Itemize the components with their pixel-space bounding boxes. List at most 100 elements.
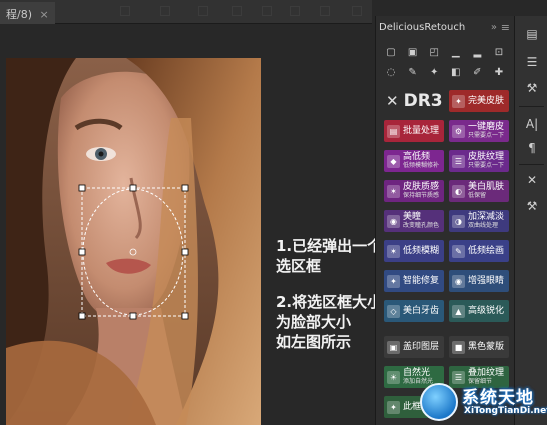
low-blur-button[interactable]: ✶ 低频模糊 xyxy=(384,240,444,262)
globe-logo-icon xyxy=(420,383,458,421)
button-sublabel: 改变瞳孔颜色 xyxy=(403,222,440,229)
low-blur-icon: ✶ xyxy=(387,244,400,258)
histogram-icon[interactable]: ▤ xyxy=(524,26,540,42)
lasso-icon[interactable]: ◌ xyxy=(384,66,398,80)
toolbar-option-icon[interactable] xyxy=(160,6,170,16)
button-label: 高低频 xyxy=(403,152,431,162)
brush-icon[interactable]: ✐ xyxy=(470,66,484,80)
properties-icon[interactable]: ⚒ xyxy=(524,80,540,96)
paragraph-icon[interactable]: ¶ xyxy=(524,140,540,156)
whitening-button[interactable]: ◐ 美白肌肤 低保留 xyxy=(449,180,509,202)
smart-repair-icon: ✦ xyxy=(387,274,400,288)
low-paint-button[interactable]: ✎ 低频绘画 xyxy=(449,240,509,262)
skin-quality-icon: ✶ xyxy=(387,184,400,198)
button-sublabel: 双曲线处理 xyxy=(468,222,499,229)
layers-icon[interactable]: ◧ xyxy=(449,66,463,80)
button-label: 增强眼睛 xyxy=(468,275,505,286)
sharpen-button[interactable]: ▲ 高级锐化 xyxy=(449,300,509,322)
panel-title[interactable]: DeliciousRetouch xyxy=(379,22,465,33)
button-label: 皮肤纹理 xyxy=(468,152,505,162)
selection-handle[interactable] xyxy=(129,312,137,320)
selection-handle[interactable] xyxy=(181,248,189,256)
levels-icon[interactable]: ▁ xyxy=(449,46,463,60)
dr3-logo: ✕ DR3 xyxy=(386,90,446,112)
batch-icon: ▤ xyxy=(387,124,400,138)
batch-button[interactable]: ▤ 批量处理 xyxy=(384,120,444,142)
tool-row-2: ◌ ✎ ✦ ◧ ✐ ✚ xyxy=(384,66,506,82)
beauty-eye-icon: ◉ xyxy=(387,214,400,228)
toolbar-option-icon[interactable] xyxy=(232,6,242,16)
one-key-skin-icon: ⚙ xyxy=(452,124,465,138)
skin-texture-button[interactable]: ☰ 皮肤纹理 只需要点一下 xyxy=(449,150,509,172)
patch-icon[interactable]: ✚ xyxy=(492,66,506,80)
high-freq-icon: ◆ xyxy=(387,154,400,168)
watermark-url: XiTongTianDi.net xyxy=(464,406,547,416)
curves-icon[interactable]: ▂ xyxy=(470,46,484,60)
document-tab[interactable]: 程/8) × xyxy=(0,2,55,24)
toolbar-option-icon[interactable] xyxy=(120,6,130,16)
button-label: 低频绘画 xyxy=(468,245,505,256)
tool-row-1: ▢ ▣ ◰ ▁ ▂ ⊡ xyxy=(384,46,506,62)
button-label: 智能修复 xyxy=(403,275,440,286)
low-paint-icon: ✎ xyxy=(452,244,465,258)
button-label: 完美皮肤 xyxy=(468,95,505,106)
toolbar-option-icon[interactable] xyxy=(198,6,208,16)
high-freq-button[interactable]: ◆ 高低频 低频模糊修补 xyxy=(384,150,444,172)
smart-repair-button[interactable]: ✦ 智能修复 xyxy=(384,270,444,292)
selection-handle[interactable] xyxy=(78,248,86,256)
black-mask-button[interactable]: ■ 黑色蒙版 xyxy=(449,336,509,358)
selection-handle[interactable] xyxy=(181,184,189,192)
toolbar-option-icon[interactable] xyxy=(262,6,272,16)
one-key-skin-button[interactable]: ⚙ 一键磨皮 只需要点一下 xyxy=(449,120,509,142)
button-label: 皮肤质感 xyxy=(403,182,440,192)
skin-texture-icon: ☰ xyxy=(452,154,465,168)
perfect-skin-button[interactable]: ✦ 完美皮肤 xyxy=(449,90,509,112)
toolbar-option-icon[interactable] xyxy=(290,6,300,16)
watermark-title: 系统天地 xyxy=(462,388,534,408)
crop-icon[interactable]: ⊡ xyxy=(492,46,506,60)
dr3-logo-text: DR3 xyxy=(403,91,443,111)
enhance-eye-button[interactable]: ◉ 增强眼睛 xyxy=(449,270,509,292)
button-label: 加深减淡 xyxy=(468,212,505,222)
selection-handle[interactable] xyxy=(78,184,86,192)
panel-menu-icon[interactable]: ≡ xyxy=(501,21,510,34)
button-label: 美瞳 xyxy=(403,212,422,222)
text-icon[interactable]: A| xyxy=(524,116,540,132)
toolbar-option-icon[interactable] xyxy=(320,6,330,16)
document-tab-title: 程/8) xyxy=(6,8,32,21)
selection-handle[interactable] xyxy=(78,312,86,320)
adjust-icon[interactable]: ☰ xyxy=(524,54,540,70)
toolbar-option-icon[interactable] xyxy=(352,6,362,16)
stamp-layer-icon: ▣ xyxy=(387,340,400,354)
whiten-teeth-button[interactable]: ◇ 美白牙齿 xyxy=(384,300,444,322)
deepen-button[interactable]: ◑ 加深减淡 双曲线处理 xyxy=(449,210,509,232)
beauty-eye-button[interactable]: ◉ 美瞳 改变瞳孔颜色 xyxy=(384,210,444,232)
selection-handle[interactable] xyxy=(181,312,189,320)
right-toolbar: ▤ ☰ ⚒ A| ¶ ✕ ⚒ xyxy=(514,16,547,425)
stamp-layer-button[interactable]: ▣ 盖印图层 xyxy=(384,336,444,358)
close-icon[interactable]: × xyxy=(40,8,49,21)
button-sublabel: 只需要点一下 xyxy=(468,162,505,169)
whitening-icon: ◐ xyxy=(452,184,465,198)
skin-quality-button[interactable]: ✶ 皮肤质感 保持细节质感 xyxy=(384,180,444,202)
transform-icon[interactable]: ◰ xyxy=(427,46,441,60)
marquee-icon[interactable]: ▢ xyxy=(384,46,398,60)
annotation-text: 选区框 xyxy=(276,257,322,275)
tools-icon[interactable]: ⚒ xyxy=(524,198,540,214)
move-icon[interactable]: ▣ xyxy=(406,46,420,60)
button-sublabel: 低频模糊修补 xyxy=(403,162,440,169)
collapse-icon[interactable]: » xyxy=(491,22,497,33)
button-label: 叠加纹理 xyxy=(468,368,505,378)
pen-icon[interactable]: ✎ xyxy=(406,66,420,80)
button-label: 盖印图层 xyxy=(403,341,440,352)
enhance-eye-icon: ◉ xyxy=(452,274,465,288)
button-label: 自然光 xyxy=(403,368,431,378)
portrait-photo[interactable] xyxy=(6,58,261,425)
magic-wand-icon[interactable]: ✦ xyxy=(427,66,441,80)
document-tab-strip: 程/8) × xyxy=(0,0,372,24)
retouch-icon[interactable]: ✕ xyxy=(524,172,540,188)
selection-handle[interactable] xyxy=(129,184,137,192)
button-label: 一键磨皮 xyxy=(468,122,505,132)
button-label: 高级锐化 xyxy=(468,305,505,316)
retouch-more-icon: ✦ xyxy=(387,400,400,414)
